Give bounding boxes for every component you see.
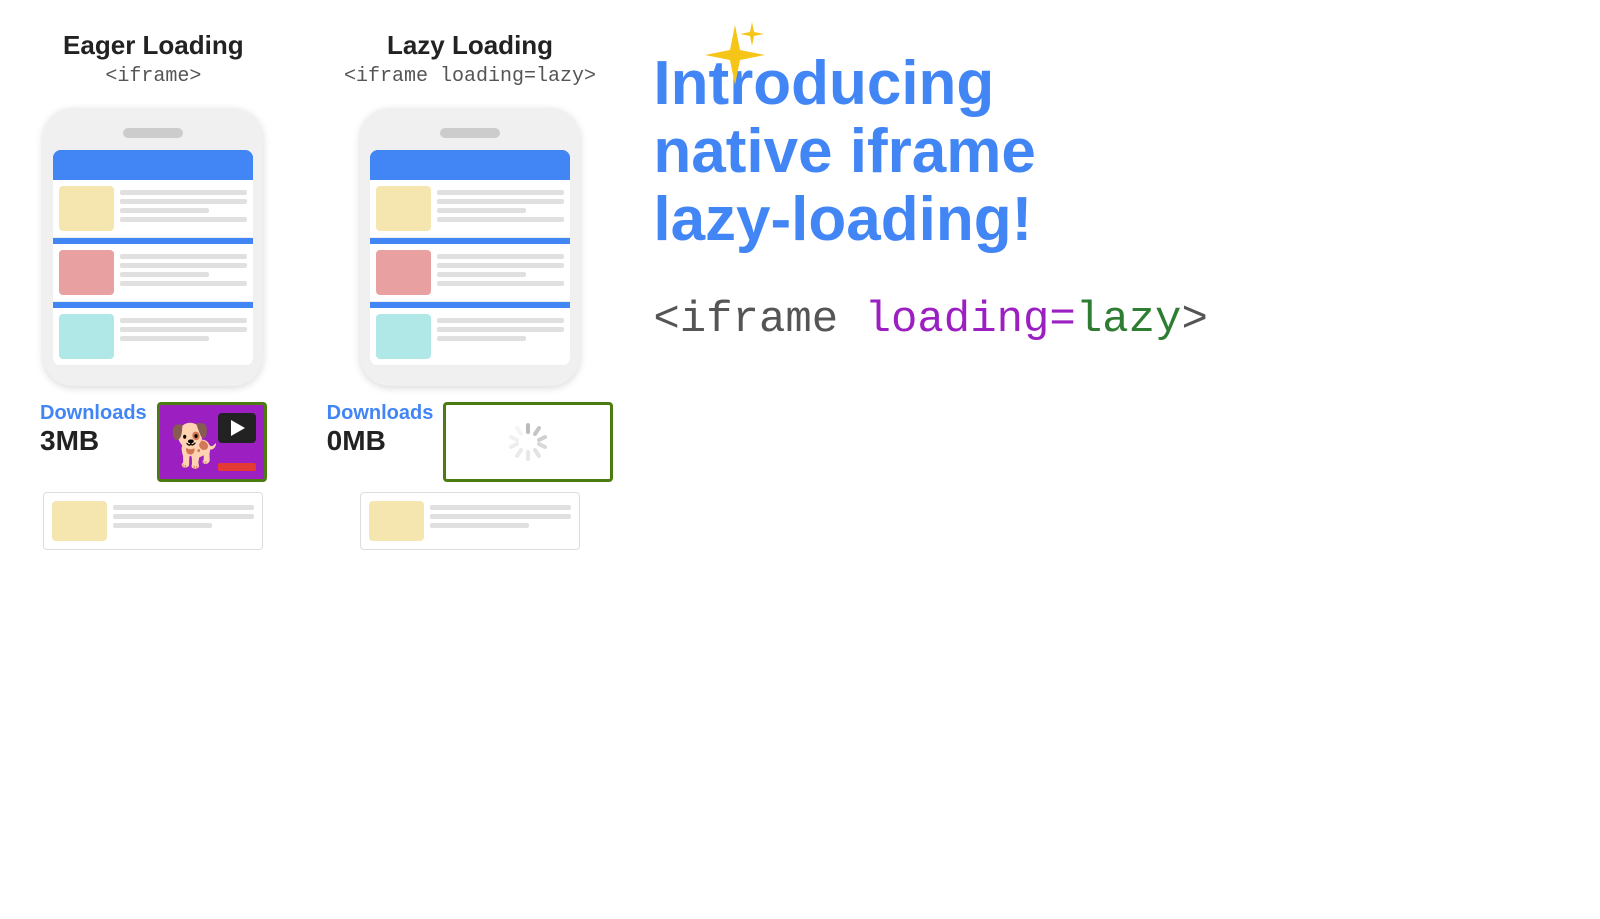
card-line	[437, 199, 564, 204]
main-container: Eager Loading <iframe>	[0, 0, 1600, 919]
lazy-below-phone	[327, 492, 614, 550]
content-card-2	[53, 244, 253, 302]
eager-phone-screen	[53, 150, 253, 366]
lazy-downloads-label: Downloads	[327, 402, 434, 425]
card-line	[437, 336, 526, 341]
card-line	[437, 281, 564, 286]
code-prefix: <iframe	[653, 295, 864, 345]
phone-header-bar	[53, 150, 253, 180]
card-line	[120, 254, 247, 259]
card-line	[113, 514, 254, 519]
bottom-card-lines	[113, 501, 254, 541]
lazy-phone	[360, 108, 580, 386]
dog-video-container: 🐕	[160, 405, 264, 479]
sparkle-decoration	[680, 20, 770, 105]
card-image-yellow	[59, 186, 114, 231]
lazy-content-card-1	[370, 180, 570, 238]
introducing-line3: lazy-loading!	[653, 185, 1032, 254]
lazy-loading-section: Lazy Loading <iframe loading=lazy>	[327, 30, 614, 550]
lazy-subtitle: <iframe loading=lazy>	[344, 65, 596, 88]
bottom-card-image	[52, 501, 107, 541]
phone-content-lazy	[370, 180, 570, 366]
phone-header-bar-lazy	[370, 150, 570, 180]
card-line	[430, 505, 571, 510]
card-line	[437, 190, 564, 195]
card-line	[120, 336, 209, 341]
eager-subtitle: <iframe>	[105, 65, 201, 88]
eager-phone	[43, 108, 263, 386]
card-line	[437, 318, 564, 323]
lazy-content-card-3	[370, 308, 570, 366]
lazy-content-card-2	[370, 244, 570, 302]
card-line	[437, 208, 526, 213]
lazy-card-image-red	[376, 250, 431, 295]
play-triangle	[231, 420, 245, 436]
lazy-card-lines-2	[437, 250, 564, 286]
eager-below-phone	[40, 492, 267, 550]
eager-loading-section: Eager Loading <iframe>	[40, 30, 267, 550]
lazy-card-lines-3	[437, 314, 564, 341]
card-line	[120, 263, 247, 268]
card-line	[120, 281, 247, 286]
card-line	[437, 217, 564, 222]
card-lines-3	[120, 314, 247, 341]
dog-icon: 🐕	[170, 422, 222, 471]
lazy-card-lines-1	[437, 186, 564, 222]
card-line	[437, 263, 564, 268]
card-line	[120, 217, 247, 222]
code-attr-value: lazy	[1076, 295, 1182, 345]
code-attr-name: loading=	[865, 295, 1076, 345]
card-line	[430, 514, 571, 519]
code-example: <iframe loading=lazy>	[653, 295, 1560, 345]
content-card-3	[53, 308, 253, 366]
card-line	[120, 318, 247, 323]
card-lines-2	[120, 250, 247, 286]
card-image-cyan	[59, 314, 114, 359]
video-play-icon	[218, 413, 256, 443]
loading-spinner	[503, 417, 553, 467]
text-section: Introducing native iframe lazy-loading! …	[653, 30, 1560, 345]
eager-downloads-section: Downloads 3MB 🐕	[40, 402, 267, 482]
card-line	[430, 523, 529, 528]
lazy-phone-screen	[370, 150, 570, 366]
introducing-line2: native iframe	[653, 117, 1036, 186]
card-line	[113, 505, 254, 510]
video-progress-bar	[218, 463, 256, 471]
lazy-downloads-section: Downloads 0MB	[327, 402, 614, 482]
eager-downloads-amount: 3MB	[40, 425, 147, 457]
card-line	[437, 327, 564, 332]
card-line	[120, 199, 247, 204]
card-line	[437, 254, 564, 259]
eager-title: Eager Loading	[63, 30, 244, 61]
phone-notch-lazy	[440, 128, 500, 138]
lazy-bottom-card-lines	[430, 501, 571, 541]
lazy-bottom-card-image	[369, 501, 424, 541]
lazy-bottom-card	[360, 492, 580, 550]
eager-downloads-label: Downloads	[40, 402, 147, 425]
card-line	[120, 208, 209, 213]
lazy-card-image-cyan	[376, 314, 431, 359]
phone-content	[53, 180, 253, 366]
card-image-red	[59, 250, 114, 295]
card-lines-1	[120, 186, 247, 222]
introducing-heading: Introducing native iframe lazy-loading!	[653, 50, 1560, 255]
lazy-title: Lazy Loading	[387, 30, 553, 61]
lazy-card-image-yellow	[376, 186, 431, 231]
eager-iframe-preview: 🐕	[157, 402, 267, 482]
card-line	[437, 272, 526, 277]
lazy-downloads-info: Downloads 0MB	[327, 402, 434, 457]
card-line	[113, 523, 212, 528]
lazy-iframe-preview	[443, 402, 613, 482]
eager-downloads-info: Downloads 3MB	[40, 402, 147, 457]
code-suffix: >	[1181, 295, 1207, 345]
card-line	[120, 327, 247, 332]
eager-bottom-card	[43, 492, 263, 550]
content-card-1	[53, 180, 253, 238]
card-line	[120, 272, 209, 277]
card-line	[120, 190, 247, 195]
lazy-downloads-amount: 0MB	[327, 425, 434, 457]
phone-notch	[123, 128, 183, 138]
